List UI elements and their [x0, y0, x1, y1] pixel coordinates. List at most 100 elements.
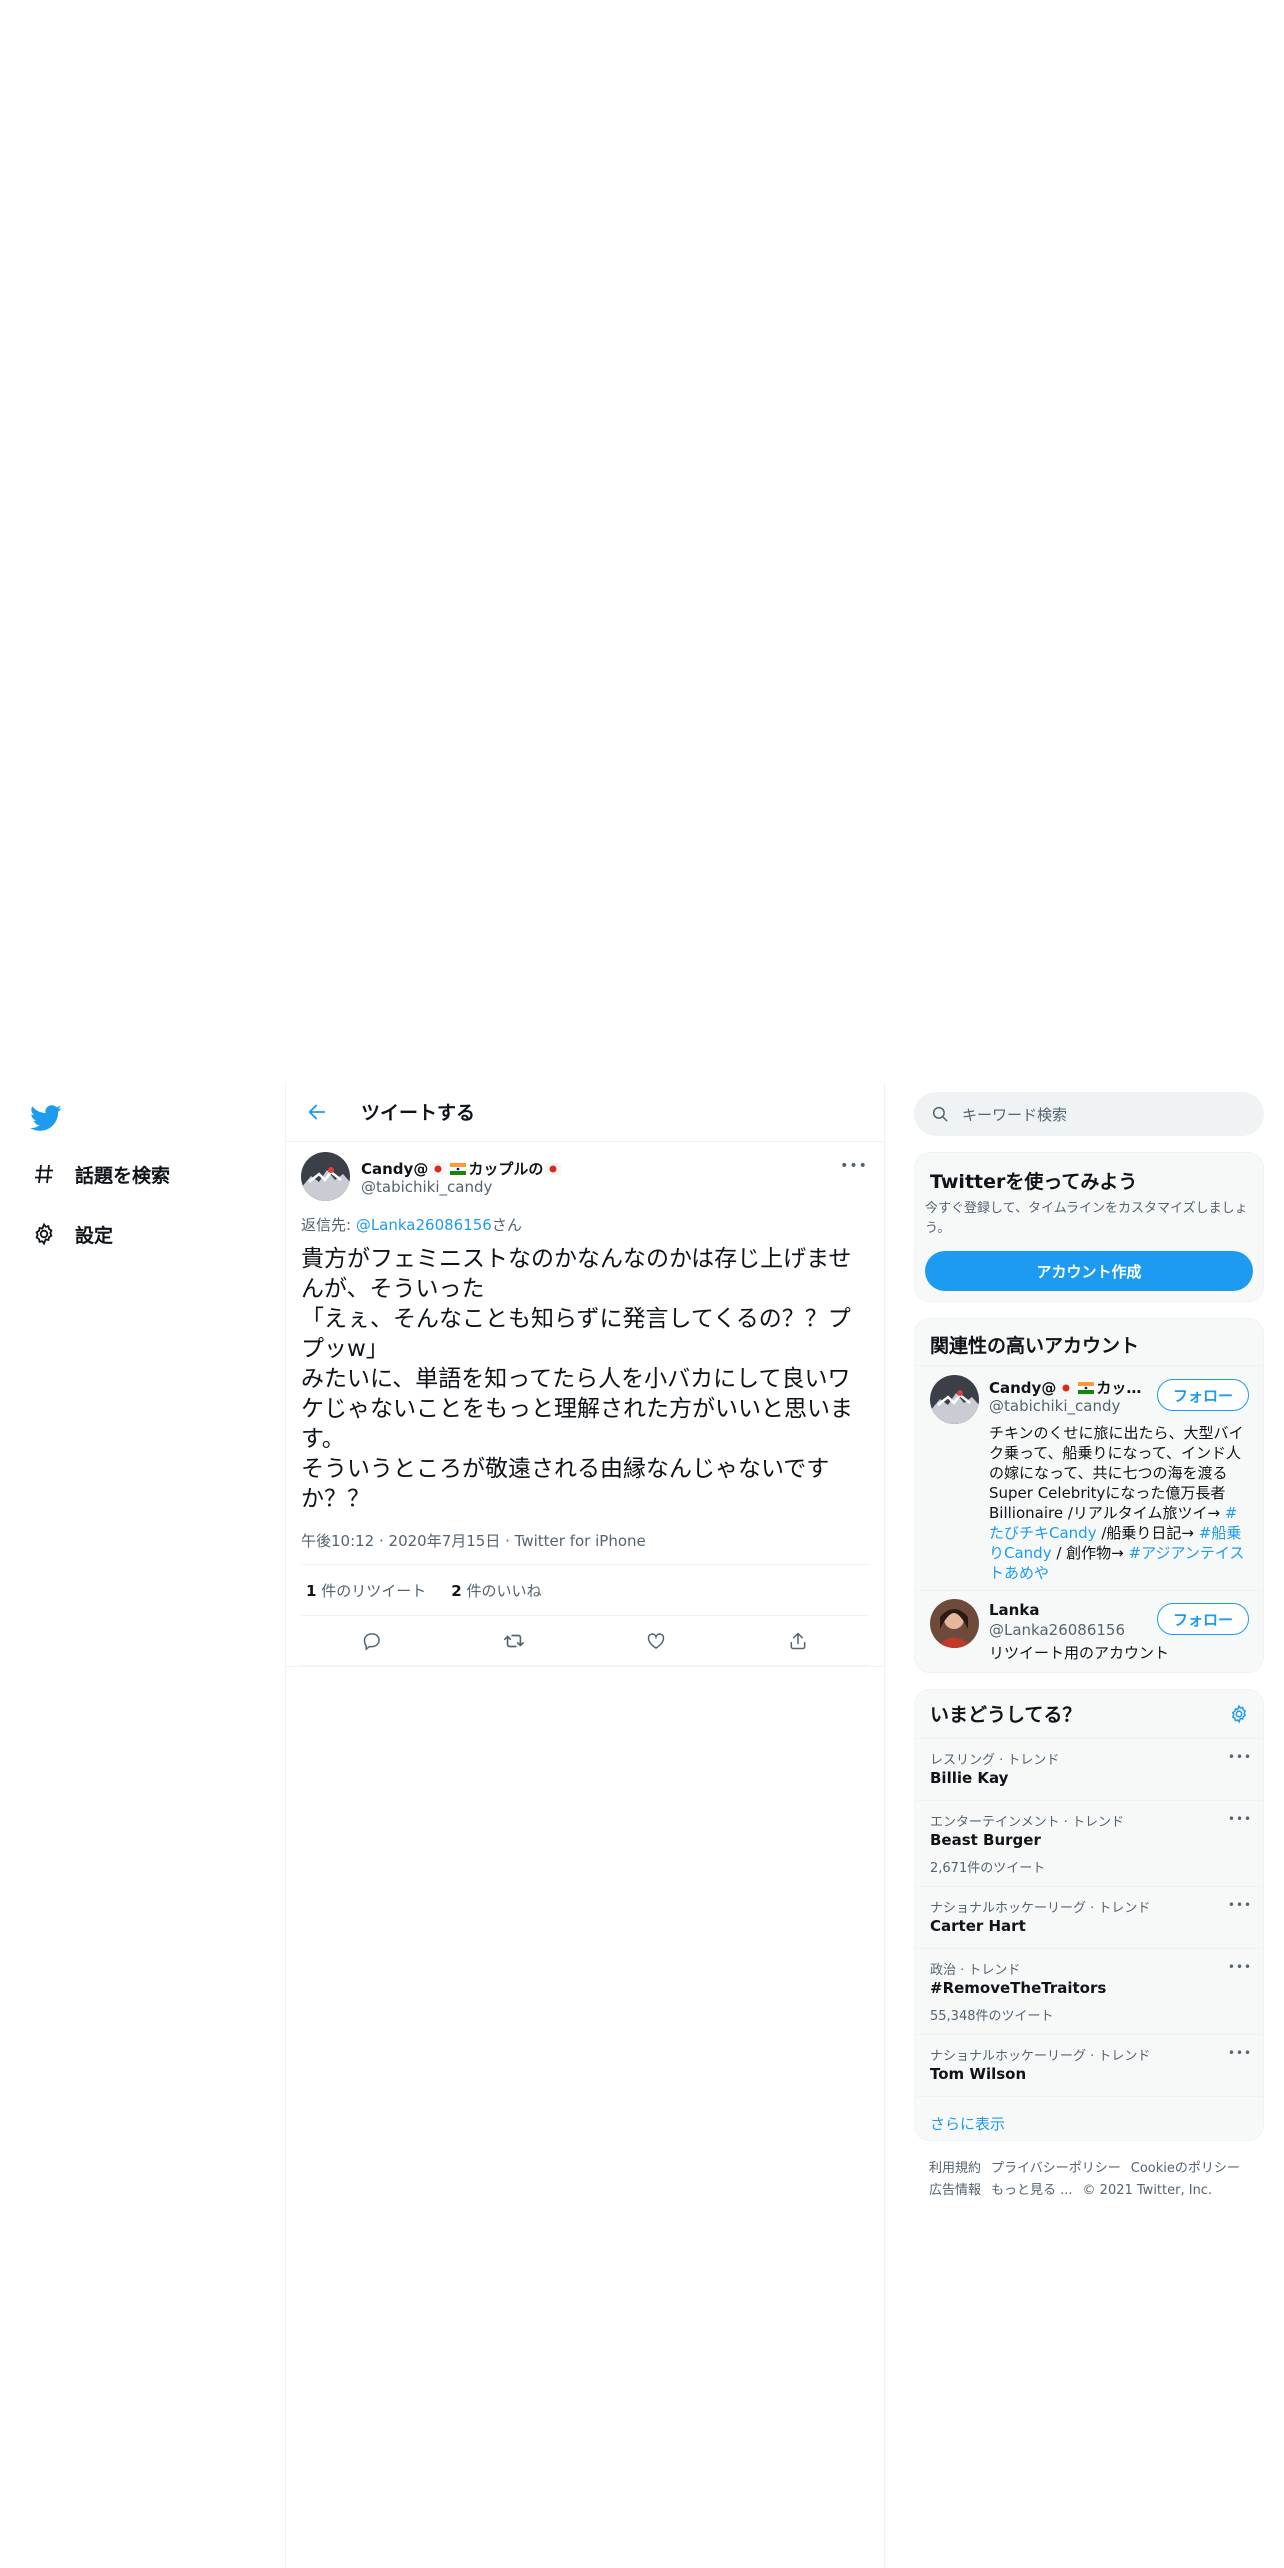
trend-context: エンターテインメント · トレンド — [930, 1815, 1125, 1830]
trends-card: いまどうしてる？ レスリング · トレンド Billie Kay ••• エンタ… — [914, 1689, 1264, 2141]
reply-prefix: 返信先: — [301, 1216, 356, 1234]
page-header: ツイートする — [286, 1082, 884, 1142]
tweet-author-avatar[interactable] — [301, 1152, 350, 1201]
tweet-author-handle[interactable]: @tabichiki_candy — [361, 1178, 492, 1196]
create-account-button[interactable]: アカウント作成 — [925, 1251, 1253, 1291]
retweet-icon[interactable] — [501, 1628, 527, 1654]
like-count: 2 — [451, 1581, 462, 1600]
japan-flag-icon — [545, 1163, 562, 1175]
retweet-count-link[interactable]: 1 件のリツイート — [306, 1580, 426, 1601]
bio-text: /船乗り日記→ — [1096, 1524, 1199, 1542]
tweet-time[interactable]: 午後10:12 — [301, 1532, 374, 1550]
japan-flag-icon — [1058, 1382, 1075, 1394]
india-flag-icon — [1078, 1382, 1095, 1394]
divider — [915, 1365, 1263, 1366]
more-options-icon[interactable]: ••• — [840, 1156, 867, 1176]
share-icon[interactable] — [785, 1628, 811, 1654]
trend-item[interactable]: エンターテインメント · トレンド Beast Burger 2,671件のツイ… — [915, 1800, 1263, 1886]
trend-item[interactable]: ナショナルホッケーリーグ · トレンド Carter Hart ••• — [915, 1886, 1263, 1948]
nav-label-explore: 話題を検索 — [75, 1164, 171, 1187]
account-handle[interactable]: @Lanka26086156 — [989, 1621, 1125, 1639]
relevant-accounts-title: 関連性の高いアカウント — [930, 1335, 1140, 1357]
more-options-icon[interactable]: ••• — [1228, 1811, 1251, 1827]
tweet-date[interactable]: 2020年7月15日 — [389, 1532, 501, 1550]
more-link[interactable]: もっと見る ... — [991, 2183, 1073, 2198]
tweet-author-name[interactable]: Candy@ カップルの — [361, 1158, 563, 1179]
tweet-text: 貴方がフェミニストなのかなんなのかは存じ上げませんが、そういった 「えぇ、そんな… — [301, 1246, 853, 1512]
more-options-icon[interactable]: ••• — [1228, 1959, 1251, 1975]
retweet-count-label: 件のリツイート — [321, 1581, 427, 1600]
tweet-source[interactable]: Twitter for iPhone — [515, 1532, 646, 1550]
more-options-icon[interactable]: ••• — [1228, 2045, 1251, 2061]
india-flag-icon — [450, 1163, 467, 1175]
show-more-label: さらに表示 — [930, 2115, 1006, 2133]
account-name[interactable]: Candy@ カップ... — [989, 1377, 1149, 1398]
author-name-suffix: カップルの — [468, 1160, 544, 1178]
account-name-suffix: カップ... — [1096, 1379, 1149, 1397]
show-more-link[interactable]: さらに表示 — [915, 2096, 1263, 2140]
tweet-actions — [301, 1616, 869, 1666]
ads-link[interactable]: 広告情報 — [929, 2183, 981, 2198]
trend-name: #RemoveTheTraitors — [930, 1979, 1107, 1997]
gear-icon[interactable] — [1227, 1702, 1251, 1726]
tweet-metadata: 午後10:12 · 2020年7月15日 · Twitter for iPhon… — [301, 1532, 646, 1550]
trend-name: Beast Burger — [930, 1831, 1041, 1849]
like-count-link[interactable]: 2 件のいいね — [451, 1580, 541, 1601]
account-avatar[interactable] — [930, 1599, 979, 1648]
trend-context: 政治 · トレンド — [930, 1963, 1021, 1978]
trend-name: Tom Wilson — [930, 2065, 1027, 2083]
like-heart-icon[interactable] — [643, 1628, 669, 1654]
cookie-link[interactable]: Cookieのポリシー — [1131, 2161, 1240, 2176]
footer-links: 利用規約 プライバシーポリシー Cookieのポリシー 広告情報 もっと見る ... ©… — [929, 2158, 1259, 2202]
reply-mention-link[interactable]: @Lanka26086156 — [356, 1216, 492, 1234]
nav-item-explore[interactable]: 話題を検索 — [30, 1154, 170, 1194]
back-arrow-icon[interactable] — [303, 1098, 331, 1126]
twitter-logo-icon[interactable] — [30, 1102, 62, 1134]
reply-suffix: さん — [491, 1216, 522, 1234]
privacy-link[interactable]: プライバシーポリシー — [991, 2161, 1121, 2176]
signup-subtitle: 今すぐ登録して、タイムラインをカスタマイズしましょう。 — [925, 1201, 1248, 1236]
search-box[interactable]: キーワード検索 — [914, 1092, 1264, 1136]
follow-button[interactable]: フォロー — [1157, 1603, 1249, 1635]
follow-button[interactable]: フォロー — [1157, 1379, 1249, 1411]
divider — [915, 1590, 1263, 1591]
bio-text: / 創作物→ — [1051, 1544, 1129, 1562]
account-name-text: Candy@ — [989, 1379, 1057, 1397]
trend-context: ナショナルホッケーリーグ · トレンド — [930, 1901, 1151, 1916]
account-bio: チキンのくせに旅に出たら、大型バイク乗って、船乗りになって、インド人の嫁になって… — [989, 1423, 1251, 1583]
search-input[interactable]: キーワード検索 — [962, 1104, 1067, 1125]
hashtag-icon — [30, 1160, 58, 1188]
account-handle[interactable]: @tabichiki_candy — [989, 1397, 1120, 1415]
trends-title: いまどうしてる？ — [930, 1704, 1082, 1726]
trend-item[interactable]: レスリング · トレンド Billie Kay ••• — [915, 1738, 1263, 1800]
account-bio: リツイート用のアカウント — [989, 1644, 1170, 1662]
bio-text: チキンのくせに旅に出たら、大型バイク乗って、船乗りになって、インド人の嫁になって… — [989, 1424, 1244, 1522]
reply-icon[interactable] — [359, 1628, 385, 1654]
page-title: ツイートする — [361, 1102, 476, 1124]
trend-item[interactable]: 政治 · トレンド #RemoveTheTraitors 55,348件のツイー… — [915, 1948, 1263, 2034]
nav-label-settings: 設定 — [75, 1224, 114, 1247]
tweet-stats: 1 件のリツイート 2 件のいいね — [301, 1564, 869, 1616]
divider — [286, 1666, 884, 1667]
copyright: © 2021 Twitter, Inc. — [1082, 2183, 1213, 2198]
reply-context: 返信先: @Lanka26086156さん — [301, 1214, 522, 1235]
more-options-icon[interactable]: ••• — [1228, 1749, 1251, 1765]
search-icon — [930, 1104, 950, 1124]
japan-flag-icon — [430, 1163, 447, 1175]
author-name-text: Candy@ — [361, 1160, 429, 1178]
nav-item-settings[interactable]: 設定 — [30, 1214, 113, 1254]
trend-count: 55,348件のツイート — [930, 2009, 1054, 2024]
account-name[interactable]: Lanka — [989, 1601, 1149, 1619]
signup-title: Twitterを使ってみよう — [930, 1171, 1138, 1193]
account-avatar[interactable] — [930, 1375, 979, 1424]
terms-link[interactable]: 利用規約 — [929, 2161, 981, 2176]
trend-name: Billie Kay — [930, 1769, 1009, 1787]
gear-icon — [30, 1220, 58, 1248]
more-options-icon[interactable]: ••• — [1228, 1897, 1251, 1913]
trend-count: 2,671件のツイート — [930, 1861, 1046, 1876]
trend-item[interactable]: ナショナルホッケーリーグ · トレンド Tom Wilson ••• — [915, 2034, 1263, 2096]
signup-card: Twitterを使ってみよう 今すぐ登録して、タイムラインをカスタマイズしましょ… — [914, 1152, 1264, 1302]
relevant-accounts-card: 関連性の高いアカウント Candy@ カップ... @tabichiki_cand… — [914, 1318, 1264, 1673]
trend-name: Carter Hart — [930, 1917, 1026, 1935]
like-count-label: 件のいいね — [466, 1581, 542, 1600]
